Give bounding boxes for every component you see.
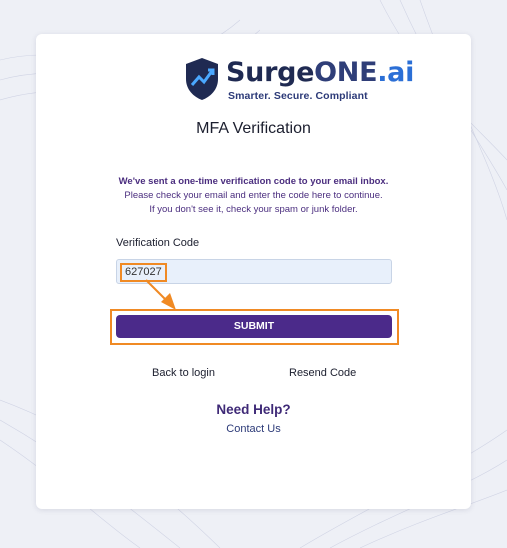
brand-name-ai: .ai	[377, 57, 415, 88]
contact-us-link[interactable]: Contact Us	[36, 423, 471, 435]
brand-name-one: ONE	[314, 57, 378, 88]
shield-chart-icon	[186, 58, 218, 100]
brand-name: SurgeONE.ai	[226, 57, 414, 88]
verification-code-value: 627027	[120, 263, 167, 282]
submit-button[interactable]: SUBMIT	[116, 315, 392, 338]
message-spam-hint: If you don't see it, check your spam or …	[149, 204, 358, 215]
verification-code-label: Verification Code	[116, 237, 200, 249]
help-heading: Need Help?	[216, 402, 291, 417]
brand-logo: SurgeONE.ai Smarter. Secure. Compliant	[184, 57, 414, 107]
brand-name-surge: Surge	[226, 57, 315, 88]
verification-code-input[interactable]: 627027	[116, 259, 392, 284]
mfa-card: SurgeONE.ai Smarter. Secure. Compliant M…	[36, 34, 471, 509]
message-primary: We've sent a one-time verification code …	[118, 176, 389, 187]
back-to-login-link[interactable]: Back to login	[152, 367, 215, 379]
resend-code-link[interactable]: Resend Code	[289, 367, 356, 379]
page-title: MFA Verification	[196, 120, 311, 137]
message-instructions: Please check your email and enter the co…	[124, 190, 383, 201]
brand-tagline: Smarter. Secure. Compliant	[228, 90, 368, 102]
